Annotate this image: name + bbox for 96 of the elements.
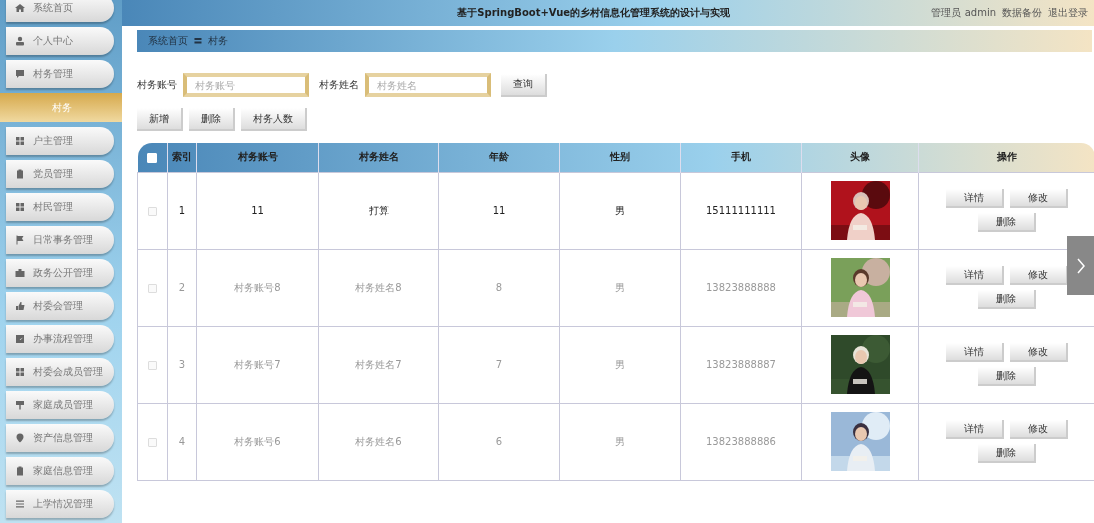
row-action-button[interactable]: 删除 — [977, 290, 1036, 309]
row-action-button[interactable]: 修改 — [1009, 420, 1068, 439]
table-cell: 7 — [438, 326, 560, 403]
sidebar-item[interactable]: 个人中心 — [6, 27, 114, 55]
table-cell: 13823888887 — [680, 326, 802, 403]
app-title: 基于SpringBoot+Vue的乡村信息化管理系统的设计与实现 — [456, 6, 732, 20]
chat-icon — [15, 69, 25, 79]
table-cell: 2 — [167, 249, 197, 326]
column-header: 索引 — [167, 143, 197, 172]
table-cell: 村务姓名6 — [318, 403, 439, 480]
sidebar-item[interactable]: 党员管理 — [6, 160, 114, 188]
header-link[interactable]: 退出登录 — [1048, 6, 1088, 20]
sidebar-item[interactable]: 村民管理 — [6, 193, 114, 221]
row-action-button[interactable]: 修改 — [1009, 189, 1068, 208]
table-cell: 男 — [559, 403, 681, 480]
grid-icon — [15, 367, 25, 377]
search-field[interactable]: 村务姓名 — [365, 73, 491, 97]
table-cell: 1 — [167, 172, 197, 249]
signpost-icon — [15, 400, 25, 410]
table-cell: 村务账号6 — [196, 403, 319, 480]
home-icon — [15, 3, 25, 13]
table-cell: 村务账号8 — [196, 249, 319, 326]
row-action-button[interactable]: 详情 — [945, 420, 1004, 439]
action-button[interactable]: 新增 — [137, 108, 183, 131]
action-button[interactable]: 村务人数 — [241, 108, 307, 131]
column-header: 性别 — [559, 143, 681, 172]
sidebar-item[interactable]: 家庭信息管理 — [6, 457, 114, 485]
column-header: 年龄 — [438, 143, 560, 172]
search-field[interactable]: 村务账号 — [183, 73, 309, 97]
table-cell: 6 — [438, 403, 560, 480]
row-checkbox[interactable] — [148, 360, 157, 370]
sidebar-item[interactable]: 政务公开管理 — [6, 259, 114, 287]
table-cell: 打算 — [318, 172, 439, 249]
list-icon — [15, 499, 25, 509]
table-cell: 8 — [438, 249, 560, 326]
user-icon — [15, 36, 25, 46]
thumbs-up-icon — [15, 301, 25, 311]
row-action-button[interactable]: 详情 — [945, 343, 1004, 362]
header-link[interactable]: 数据备份 — [1002, 6, 1042, 20]
row-action-button[interactable]: 删除 — [977, 444, 1036, 463]
table-cell: 13823888888 — [680, 249, 802, 326]
table-cell: 15111111111 — [680, 172, 802, 249]
grid-icon — [15, 202, 25, 212]
sidebar-item[interactable]: 系统首页 — [6, 0, 114, 22]
clipboard-icon — [15, 466, 25, 476]
sidebar-item[interactable]: 日常事务管理 — [6, 226, 114, 254]
table-cell: 11 — [196, 172, 319, 249]
table-cell: 13823888886 — [680, 403, 802, 480]
sidebar-item[interactable]: 村委会成员管理 — [6, 358, 114, 386]
action-button[interactable]: 删除 — [189, 108, 235, 131]
table-cell: 村务账号7 — [196, 326, 319, 403]
row-checkbox[interactable] — [148, 283, 157, 293]
table-cell: 11 — [438, 172, 560, 249]
row-action-button[interactable]: 修改 — [1009, 343, 1068, 362]
clipboard-icon — [15, 169, 25, 179]
row-checkbox[interactable] — [148, 206, 157, 216]
table-cell: 4 — [167, 403, 197, 480]
sidebar-item[interactable]: 村务管理 — [6, 60, 114, 88]
chart-icon — [15, 334, 25, 344]
briefcase-icon — [15, 268, 25, 278]
breadcrumb-separator: 〓 — [193, 34, 203, 48]
sidebar-item[interactable]: 村委会管理 — [6, 292, 114, 320]
flag-icon — [15, 235, 25, 245]
table-cell: 男 — [559, 326, 681, 403]
row-action-button[interactable]: 修改 — [1009, 266, 1068, 285]
sidebar-item[interactable]: 家庭成员管理 — [6, 391, 114, 419]
row-action-button[interactable]: 删除 — [977, 367, 1036, 386]
row-action-button[interactable]: 详情 — [945, 266, 1004, 285]
user-label: 管理员 admin — [931, 6, 996, 20]
sidebar-item[interactable]: 办事流程管理 — [6, 325, 114, 353]
side-arrow-button[interactable] — [1067, 236, 1094, 295]
grid-icon — [15, 136, 25, 146]
sidebar-item[interactable]: 上学情况管理 — [6, 490, 114, 518]
table-cell: 男 — [559, 249, 681, 326]
column-header: 村务账号 — [196, 143, 319, 172]
field-label: 村务账号 — [137, 78, 177, 92]
table-cell: 村务姓名7 — [318, 326, 439, 403]
column-header: 头像 — [801, 143, 919, 172]
table-cell: 男 — [559, 172, 681, 249]
row-action-button[interactable]: 详情 — [945, 189, 1004, 208]
table-cell: 村务姓名8 — [318, 249, 439, 326]
column-header: 村务姓名 — [318, 143, 439, 172]
search-button[interactable]: 查询 — [501, 73, 547, 97]
breadcrumb-link[interactable]: 村务 — [208, 34, 228, 48]
column-header: 手机 — [680, 143, 802, 172]
table-cell: 3 — [167, 326, 197, 403]
pin-icon — [15, 433, 25, 443]
chevron-right-icon — [1075, 256, 1086, 275]
row-action-button[interactable]: 删除 — [977, 213, 1036, 232]
row-checkbox[interactable] — [148, 437, 157, 447]
field-label: 村务姓名 — [319, 78, 359, 92]
sidebar-item[interactable]: 资产信息管理 — [6, 424, 114, 452]
select-all-checkbox[interactable] — [147, 152, 158, 163]
breadcrumb-link[interactable]: 系统首页 — [148, 34, 188, 48]
column-header: 操作 — [918, 143, 1094, 172]
sidebar-item[interactable]: 户主管理 — [6, 127, 114, 155]
